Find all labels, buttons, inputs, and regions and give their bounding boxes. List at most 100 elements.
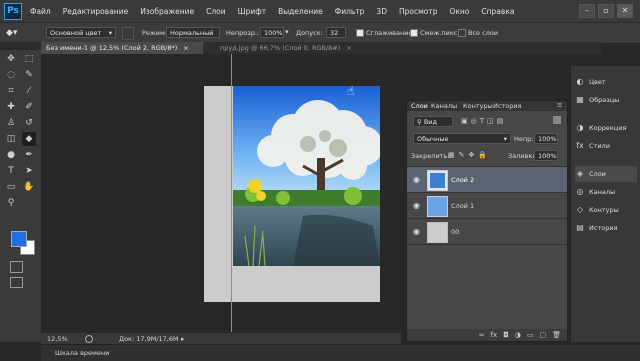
fill-input[interactable]: 100%	[534, 150, 558, 161]
styles-icon: fx	[576, 141, 584, 150]
layer-name[interactable]: Слой 1	[451, 202, 474, 210]
menu-3d[interactable]: 3D	[376, 7, 387, 16]
contiguous-label: Смеж.пикс	[420, 29, 458, 37]
group-icon[interactable]: ▭	[527, 331, 534, 339]
eraser-tool-icon[interactable]: ◫	[4, 132, 18, 146]
crop-tool-icon[interactable]: ⌗	[4, 84, 18, 98]
restore-button[interactable]: ▫	[598, 4, 614, 18]
panel-menu-icon[interactable]: ≡	[557, 101, 562, 109]
panel-label: История	[589, 224, 618, 232]
zoom-level[interactable]: 12,5%	[47, 335, 68, 343]
screen-mode-icon[interactable]	[10, 277, 23, 288]
history-brush-tool-icon[interactable]: ↺	[22, 116, 36, 130]
eye-icon[interactable]: ◉	[413, 227, 420, 236]
dodge-tool-icon[interactable]: ●	[4, 148, 18, 162]
tab-history[interactable]: История	[493, 102, 521, 110]
blend-mode-select[interactable]: Обычные ▾	[413, 133, 511, 144]
menu-file[interactable]: Файл	[30, 7, 51, 16]
all-layers-checkbox[interactable]	[458, 29, 466, 37]
canvas-area[interactable]: ☝	[41, 54, 401, 332]
mode-select[interactable]: Нормальный▾	[166, 27, 220, 38]
layer-filter-select[interactable]: ⚲ Вид	[413, 116, 453, 127]
pattern-swatch[interactable]	[122, 27, 134, 40]
paint-bucket-preset-icon[interactable]: ◆▾	[6, 26, 32, 40]
trash-icon[interactable]: 🗑	[552, 331, 561, 339]
layer-opacity-input[interactable]: 100%	[534, 133, 558, 144]
fx-icon[interactable]: fx	[491, 331, 498, 339]
guide-line[interactable]	[231, 54, 232, 332]
menu-view[interactable]: Просмотр	[399, 7, 438, 16]
layer-name[interactable]: Слой 2	[451, 176, 474, 184]
pen-tool-icon[interactable]: ✒	[22, 148, 36, 162]
new-layer-icon[interactable]: ▢	[539, 331, 546, 339]
tab-paths[interactable]: Контуры	[463, 102, 493, 110]
swatches-icon: ▦	[576, 95, 584, 104]
panel-channels[interactable]: ◎ Каналы	[575, 184, 616, 200]
path-select-tool-icon[interactable]: ➤	[22, 164, 36, 178]
menu-layers[interactable]: Слои	[206, 7, 226, 16]
adjustment-layer-icon[interactable]: ◑	[515, 331, 521, 339]
panel-history[interactable]: ▤ История	[575, 220, 617, 236]
lasso-tool-icon[interactable]: ◌	[4, 68, 18, 82]
menu-filter[interactable]: Фильтр	[335, 7, 365, 16]
timeline-label[interactable]: Шкала времени	[55, 349, 109, 357]
quick-select-tool-icon[interactable]: ✎	[22, 68, 36, 82]
minimize-button[interactable]: –	[579, 4, 595, 18]
close-icon[interactable]: ×	[346, 44, 351, 52]
zoom-tool-icon[interactable]: ⚲	[4, 196, 18, 210]
layer-name[interactable]: 00	[451, 228, 459, 236]
clone-stamp-tool-icon[interactable]: ♙	[4, 116, 18, 130]
eye-icon[interactable]: ◉	[413, 201, 420, 210]
healing-tool-icon[interactable]: ✚	[4, 100, 18, 114]
menu-type[interactable]: Шрифт	[238, 7, 266, 16]
menu-select[interactable]: Выделение	[278, 7, 323, 16]
close-icon[interactable]: ×	[183, 44, 188, 52]
eyedropper-tool-icon[interactable]: ⁄	[22, 84, 36, 98]
panel-styles[interactable]: fx Стили	[575, 138, 610, 154]
tab-channels[interactable]: Каналы	[431, 102, 457, 110]
opacity-input[interactable]: 100%	[260, 27, 284, 38]
brush-tool-icon[interactable]: ✐	[22, 100, 36, 114]
lock-icons[interactable]: ▦✎✥🔒	[448, 151, 506, 160]
panel-color[interactable]: ◐ Цвет	[575, 74, 606, 90]
marquee-tool-icon[interactable]: ⬚	[22, 52, 36, 66]
layer-filter-icons[interactable]: ▣◎T◫▤	[461, 117, 521, 126]
layer-row[interactable]: ◉ 00	[407, 218, 567, 245]
photoshop-logo: Ps	[4, 3, 22, 20]
mask-icon[interactable]: ◘	[503, 331, 509, 339]
hand-tool-icon[interactable]: ✋	[22, 180, 36, 194]
tab-layers[interactable]: Слои	[411, 102, 428, 110]
layer-row[interactable]: ◉ Слой 2	[407, 166, 567, 192]
status-info-icon[interactable]	[85, 335, 93, 343]
panel-paths[interactable]: ◇ Контуры	[575, 202, 619, 218]
search-icon: ⚲	[417, 118, 424, 126]
paint-bucket-tool-icon[interactable]: ◆	[22, 132, 36, 146]
layer-row[interactable]: ◉ Слой 1	[407, 192, 567, 218]
link-icon[interactable]: ∞	[479, 331, 485, 339]
eye-icon[interactable]: ◉	[413, 175, 420, 184]
tool-preset-select[interactable]: Основной цвет ▾	[46, 27, 116, 38]
layer-thumbnail	[427, 170, 448, 191]
close-button[interactable]: ✕	[617, 4, 633, 18]
menu-window[interactable]: Окно	[449, 7, 469, 16]
tab-pond[interactable]: пруд.jpg @ 66,7% (Слой 0, RGB/8#) ×	[215, 42, 385, 54]
contiguous-checkbox[interactable]	[410, 29, 418, 37]
panel-adjustments[interactable]: ◑ Коррекция	[575, 120, 627, 136]
opacity-slider-icon[interactable]: ▾	[285, 28, 289, 36]
pond-photo	[233, 86, 380, 266]
tab-untitled-1[interactable]: Без имени-1 @ 12,5% (Слой 2, RGB/8*) ×	[41, 42, 203, 54]
panel-swatches[interactable]: ▦ Образцы	[575, 92, 619, 108]
type-tool-icon[interactable]: T	[4, 164, 18, 178]
panel-layers[interactable]: ◈ Слои	[575, 166, 637, 182]
anti-alias-checkbox[interactable]	[356, 29, 364, 37]
filter-toggle[interactable]	[553, 116, 561, 124]
menu-image[interactable]: Изображение	[140, 7, 194, 16]
tolerance-input[interactable]: 32	[326, 27, 346, 38]
shape-tool-icon[interactable]: ▭	[4, 180, 18, 194]
move-tool-icon[interactable]: ✥	[4, 52, 18, 66]
status-menu-arrow-icon[interactable]: ▸	[181, 335, 185, 343]
foreground-color-swatch[interactable]	[11, 231, 27, 247]
quick-mask-icon[interactable]	[10, 261, 23, 273]
menu-edit[interactable]: Редактирование	[63, 7, 128, 16]
menu-help[interactable]: Справка	[481, 7, 514, 16]
